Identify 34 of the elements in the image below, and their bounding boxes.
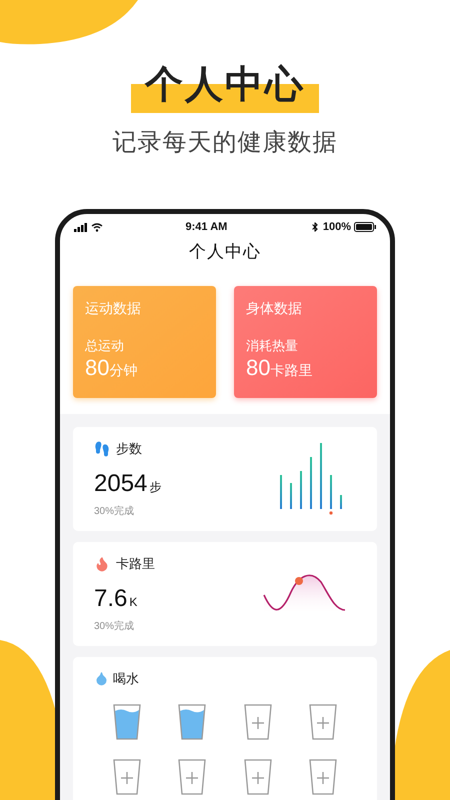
metric-title: 卡路里 [116, 555, 155, 574]
metric-card[interactable]: 卡路里 7.6 K 30%完成 [73, 542, 377, 646]
empty-glass-plus-icon[interactable] [242, 758, 273, 796]
metric-caption: 30%完成 [94, 504, 136, 519]
wifi-icon [91, 222, 103, 232]
filled-water-glass-icon[interactable] [112, 702, 142, 740]
metric-card[interactable]: 步数 2054 步 30%完成 [73, 427, 377, 531]
empty-glass-plus-icon[interactable] [112, 758, 142, 796]
bluetooth-icon [310, 222, 320, 232]
card-label: 消耗热量 [246, 337, 299, 355]
status-time: 9:41 AM [186, 220, 228, 235]
screen-title: 个人中心 [188, 241, 262, 263]
banner-subtitle: 记录每天的健康数据 [112, 128, 338, 158]
filled-water-glass-icon[interactable] [177, 702, 208, 740]
empty-glass-plus-icon[interactable] [242, 702, 273, 740]
metric-value: 2054 步 [94, 468, 162, 499]
footprints-icon [94, 441, 110, 457]
empty-glass-plus-icon[interactable] [308, 702, 338, 740]
card-value: 80分钟 [85, 355, 138, 382]
card-title: 身体数据 [246, 299, 303, 318]
water-title: 喝水 [113, 670, 139, 688]
battery-icon [354, 222, 376, 232]
droplet-icon [94, 671, 109, 686]
card-title: 运动数据 [85, 299, 142, 318]
flame-icon [94, 556, 110, 572]
metric-value: 7.6 K [94, 584, 138, 614]
battery-percent: 100% [322, 220, 351, 235]
card-label: 总运动 [85, 337, 125, 355]
empty-glass-plus-icon[interactable] [308, 758, 338, 796]
metric-title: 步数 [116, 440, 142, 458]
metric-caption: 30%完成 [94, 620, 136, 634]
card-value: 80卡路里 [246, 355, 314, 382]
signal-icon [74, 222, 88, 232]
empty-glass-plus-icon[interactable] [177, 758, 208, 796]
